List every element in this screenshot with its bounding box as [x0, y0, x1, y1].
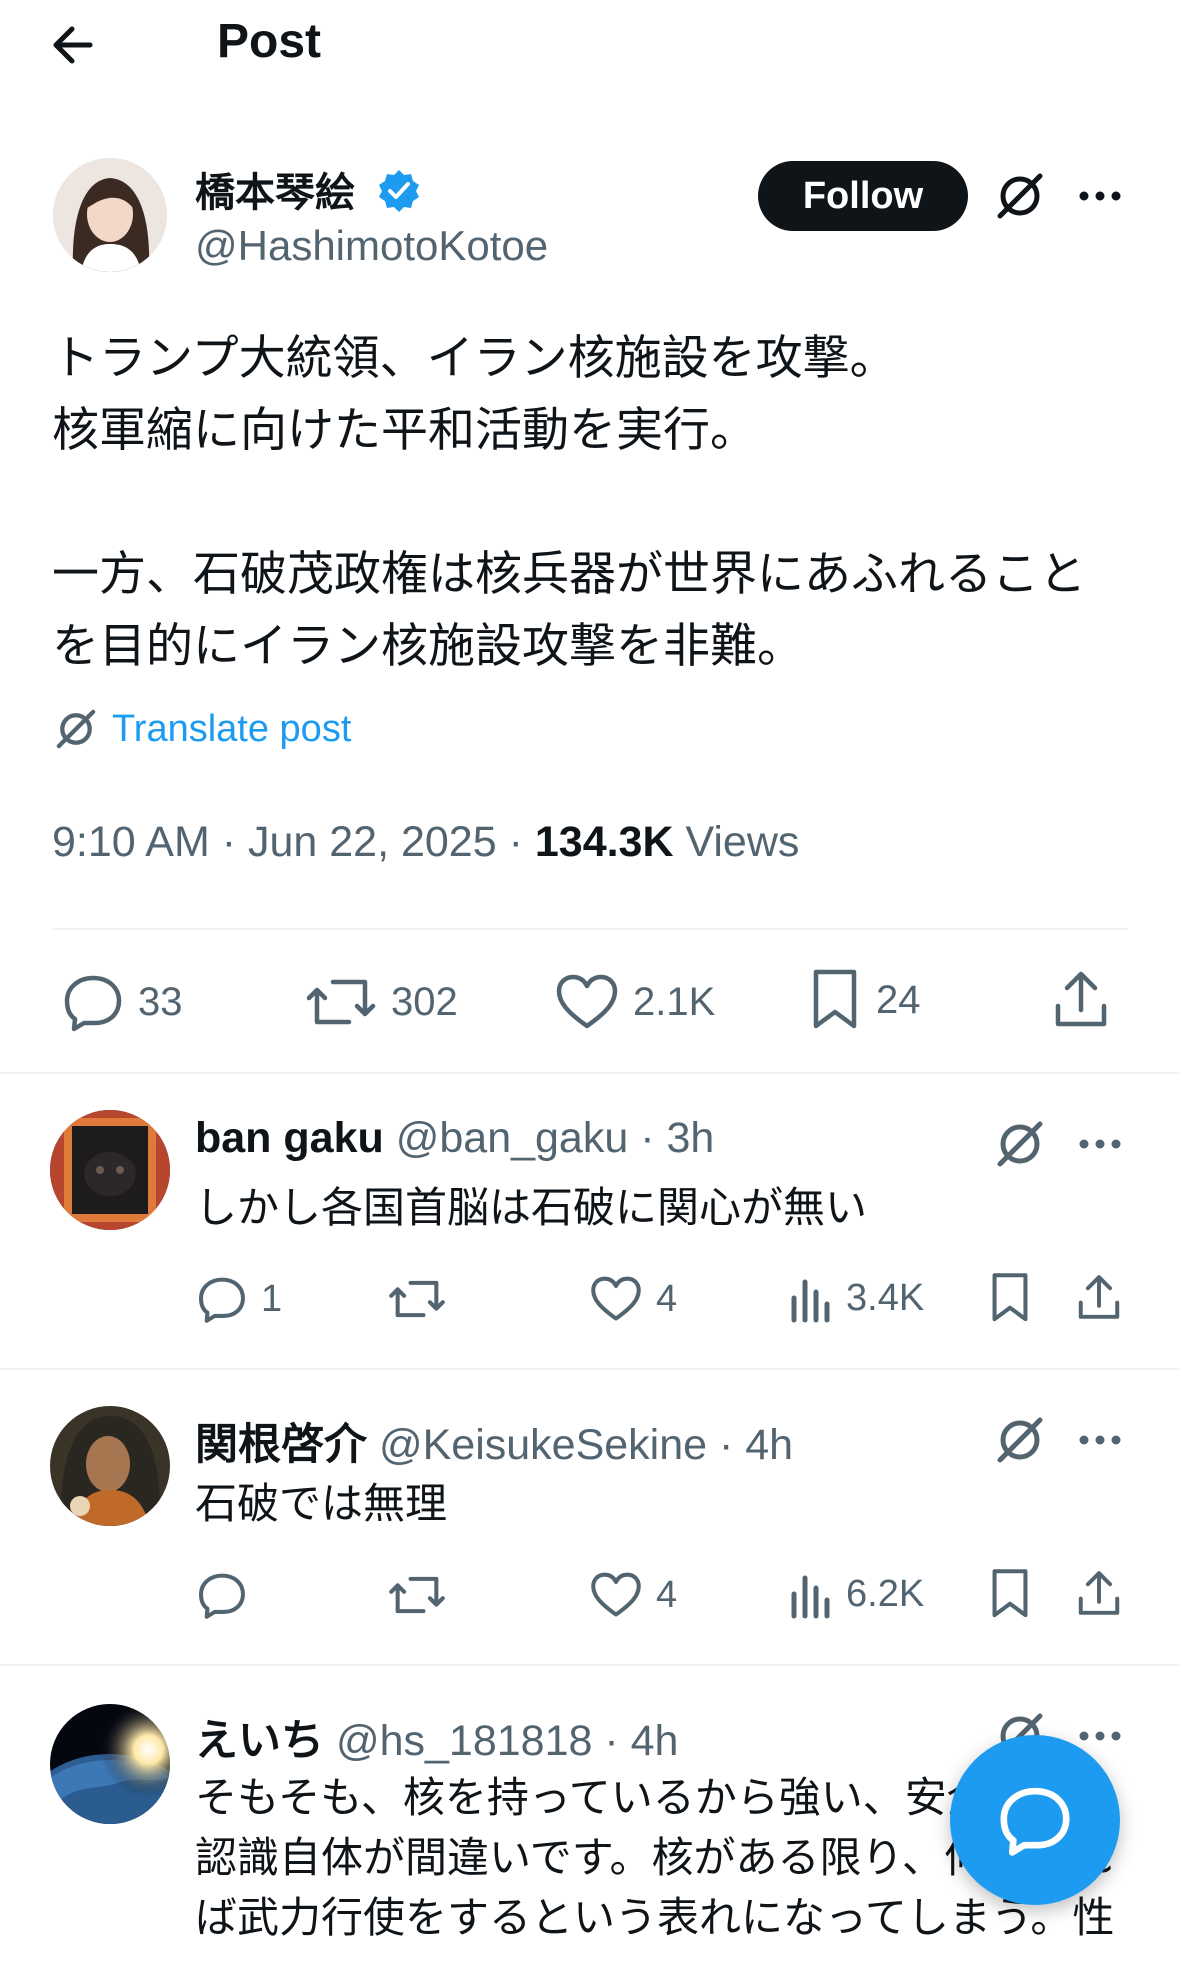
analytics-icon: [791, 1279, 830, 1323]
repost-icon: [389, 1280, 445, 1318]
share-icon: [1078, 1571, 1120, 1615]
share-icon: [1078, 1275, 1120, 1319]
reply-item[interactable]: 関根啓介 @KeisukeSekine · 4h 石破では無理 4 6.2K: [0, 1368, 1179, 1664]
reply-icon: [199, 1573, 245, 1619]
bookmark-button[interactable]: [988, 1568, 1032, 1620]
grok-icon[interactable]: [992, 1412, 1048, 1468]
follow-button[interactable]: Follow: [758, 161, 968, 231]
share-button[interactable]: [1076, 1272, 1122, 1322]
reply-button[interactable]: [197, 1570, 261, 1620]
post-timestamp[interactable]: 9:10 AM · Jun 22, 2025 ·: [52, 818, 535, 866]
heart-icon: [591, 1572, 641, 1617]
views-label: Views: [673, 818, 800, 866]
page-title: Post: [217, 15, 322, 68]
repost-icon: [389, 1576, 445, 1614]
reply-count: 33: [138, 979, 183, 1024]
author-name[interactable]: 橋本琴絵: [195, 160, 355, 218]
like-count: 4: [656, 1277, 678, 1320]
avatar[interactable]: [50, 1704, 170, 1824]
avatar[interactable]: [50, 1110, 170, 1230]
translate-post-link[interactable]: Translate post: [52, 703, 351, 755]
bookmark-icon: [813, 969, 857, 1029]
reply-icon: [199, 1277, 245, 1323]
share-button[interactable]: [1052, 968, 1110, 1030]
divider: [52, 928, 1128, 930]
reply-button[interactable]: 33: [62, 972, 183, 1032]
like-button[interactable]: 4: [590, 1570, 677, 1620]
reply-handle-time[interactable]: @ban_gaku · 3h: [384, 1114, 715, 1162]
grok-icon[interactable]: [992, 1116, 1048, 1172]
bookmark-button[interactable]: 24: [808, 968, 921, 1032]
views-count: 3.4K: [846, 1276, 925, 1319]
grok-icon: [56, 709, 96, 749]
reply-header: 関根啓介 @KeisukeSekine · 4h: [195, 1410, 793, 1472]
heart-icon: [556, 974, 618, 1029]
like-count: 2.1K: [633, 979, 716, 1024]
more-options-icon[interactable]: [1076, 1120, 1124, 1168]
verified-badge-icon: [376, 168, 422, 214]
repost-button[interactable]: [388, 1570, 460, 1620]
compose-reply-button[interactable]: [950, 1735, 1120, 1905]
back-arrow-icon[interactable]: [48, 20, 108, 70]
avatar[interactable]: [50, 1406, 170, 1526]
post-metadata: 9:10 AM · Jun 22, 2025 · 134.3K Views: [52, 818, 799, 867]
grok-icon[interactable]: [992, 168, 1048, 224]
like-button[interactable]: 4: [590, 1274, 677, 1324]
share-button[interactable]: [1076, 1568, 1122, 1618]
reply-text: しかし各国首脳は石破に関心が無い: [195, 1184, 868, 1231]
share-icon: [1055, 971, 1107, 1027]
heart-icon: [591, 1276, 641, 1321]
reply-author-name[interactable]: 関根啓介: [195, 1421, 367, 1469]
analytics-icon: [791, 1575, 830, 1619]
views-count: 6.2K: [846, 1572, 925, 1615]
reply-handle-time[interactable]: @KeisukeSekine · 4h: [367, 1421, 793, 1469]
views-count: 134.3K: [534, 818, 674, 866]
reply-item[interactable]: ban gaku @ban_gaku · 3h しかし各国首脳は石破に関心が無い…: [0, 1072, 1179, 1368]
reply-handle-time[interactable]: @hs_181818 · 4h: [324, 1717, 679, 1765]
bookmark-count: 24: [876, 977, 921, 1022]
bookmark-icon: [992, 1569, 1028, 1618]
top-bar: Post: [0, 0, 1179, 90]
views-button[interactable]: 6.2K: [788, 1568, 924, 1620]
reply-author-name[interactable]: えいち: [195, 1717, 324, 1765]
repost-icon: [306, 979, 376, 1025]
author-handle[interactable]: @HashimotoKotoe: [195, 222, 548, 270]
reply-header: えいち @hs_181818 · 4h: [195, 1706, 678, 1768]
author-avatar[interactable]: [53, 158, 167, 272]
bookmark-button[interactable]: [988, 1272, 1032, 1324]
reply-bubble-icon: [1000, 1787, 1070, 1856]
more-options-icon[interactable]: [1076, 172, 1124, 220]
bookmark-icon: [992, 1273, 1028, 1322]
like-button[interactable]: 2.1K: [555, 972, 715, 1032]
more-options-icon[interactable]: [1076, 1416, 1124, 1464]
reply-text: 石破では無理: [195, 1480, 448, 1527]
repost-count: 302: [391, 979, 458, 1024]
reply-header: ban gaku @ban_gaku · 3h: [195, 1114, 714, 1163]
repost-button[interactable]: [388, 1274, 460, 1324]
post-text: トランプ大統領、イラン核施設を攻撃。 核軍縮に向けた平和活動を実行。 一方、石破…: [52, 331, 1086, 672]
reply-icon: [64, 975, 122, 1032]
like-count: 4: [656, 1573, 678, 1616]
repost-button[interactable]: 302: [305, 972, 458, 1032]
reply-count: 1: [261, 1277, 283, 1320]
views-button[interactable]: 3.4K: [788, 1272, 924, 1324]
translate-label: Translate post: [112, 707, 352, 750]
reply-author-name[interactable]: ban gaku: [195, 1114, 384, 1162]
reply-button[interactable]: 1: [197, 1274, 282, 1324]
